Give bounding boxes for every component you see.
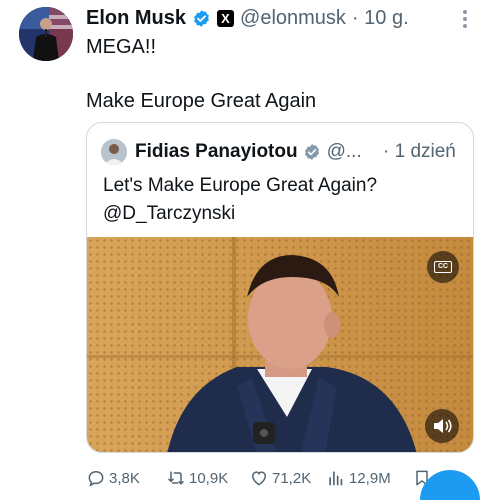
reply-count: 3,8K xyxy=(109,469,140,487)
quote-author-avatar[interactable] xyxy=(101,139,127,165)
repost-count: 10,9K xyxy=(189,469,229,487)
author-avatar[interactable] xyxy=(19,7,73,61)
quote-author-handle[interactable]: @... xyxy=(327,141,362,163)
quote-text-line-1: Let's Make Europe Great Again? xyxy=(103,175,378,196)
author-handle[interactable]: @elonmusk xyxy=(240,7,346,30)
captions-icon[interactable]: CC xyxy=(427,251,459,283)
quote-avatar-image xyxy=(101,139,127,165)
quote-header: Fidias Panayiotou @... xyxy=(135,139,362,165)
quote-author-name[interactable]: Fidias Panayiotou xyxy=(135,141,298,163)
x-logo-icon[interactable]: X xyxy=(217,9,235,27)
author-name[interactable]: Elon Musk xyxy=(86,7,186,30)
verified-badge-icon[interactable] xyxy=(192,9,211,28)
quote-text-line-2[interactable]: @D_Tarczynski xyxy=(103,203,235,225)
views-icon xyxy=(329,471,343,486)
tweet-time[interactable]: · 10 g. xyxy=(352,7,409,30)
tweet-header: Elon Musk X @elonmusk · 10 g. xyxy=(86,6,409,30)
reply-icon xyxy=(88,470,104,487)
repost-button[interactable]: 10,9K xyxy=(166,468,228,488)
avatar-image xyxy=(19,7,73,61)
tweet-text-line-1: MEGA!! xyxy=(86,36,157,58)
views-button[interactable]: 12,9M xyxy=(326,468,391,488)
more-icon[interactable] xyxy=(458,8,472,30)
like-button[interactable]: 71,2K xyxy=(249,468,311,488)
quote-video[interactable]: CC xyxy=(87,237,473,452)
quoted-tweet-card[interactable]: Fidias Panayiotou @... · 1 dzień Let's M… xyxy=(86,122,474,453)
quote-time[interactable]: · 1 dzień xyxy=(383,139,456,165)
like-icon xyxy=(251,471,267,486)
volume-icon[interactable] xyxy=(425,409,459,443)
captions-label: CC xyxy=(434,261,452,273)
repost-icon xyxy=(168,471,184,485)
tweet-text-line-2: Make Europe Great Again xyxy=(86,90,317,112)
views-count: 12,9M xyxy=(349,469,391,487)
volume-glyph xyxy=(434,419,452,433)
reply-button[interactable]: 3,8K xyxy=(86,468,140,488)
like-count: 71,2K xyxy=(272,469,312,487)
quote-verified-badge-icon[interactable] xyxy=(303,143,321,161)
video-frame xyxy=(87,237,473,452)
